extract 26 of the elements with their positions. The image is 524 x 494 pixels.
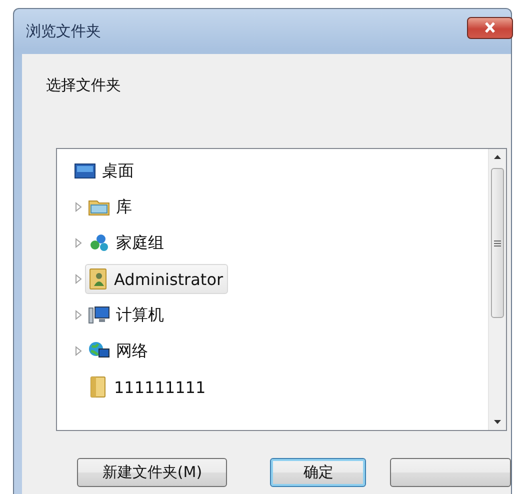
- dialog-button[interactable]: 新建文件夹(M): [77, 458, 228, 487]
- tree-item[interactable]: 网络: [85, 336, 153, 366]
- people-group-icon: [88, 233, 110, 253]
- tree-item[interactable]: Administrator: [85, 264, 228, 294]
- dialog-button[interactable]: [390, 458, 511, 487]
- scrollbar[interactable]: [488, 149, 506, 430]
- computer-icon: [88, 305, 110, 325]
- grip-icon: [494, 240, 501, 246]
- expand-arrow-icon[interactable]: [73, 238, 83, 248]
- tree-item[interactable]: 库: [85, 192, 137, 222]
- folder-icon: [88, 376, 108, 398]
- dialog-button[interactable]: 确定: [270, 458, 366, 487]
- expand-arrow-icon[interactable]: [73, 346, 83, 356]
- window-title: 浏览文件夹: [26, 22, 101, 41]
- tree-item[interactable]: 桌面: [71, 156, 139, 186]
- close-icon: [484, 22, 496, 33]
- close-button[interactable]: [467, 16, 513, 38]
- tree-item[interactable]: 计算机: [85, 300, 169, 330]
- desktop-icon: [74, 162, 96, 180]
- tree-item[interactable]: 家庭组: [85, 228, 169, 258]
- prompt-text: 选择文件夹: [46, 76, 122, 95]
- expand-arrow-icon[interactable]: [73, 274, 83, 284]
- user-folder-icon: [88, 268, 108, 290]
- expand-arrow-icon[interactable]: [73, 202, 83, 212]
- expand-arrow-icon[interactable]: [73, 310, 83, 320]
- tree-item[interactable]: 111111111: [85, 372, 211, 402]
